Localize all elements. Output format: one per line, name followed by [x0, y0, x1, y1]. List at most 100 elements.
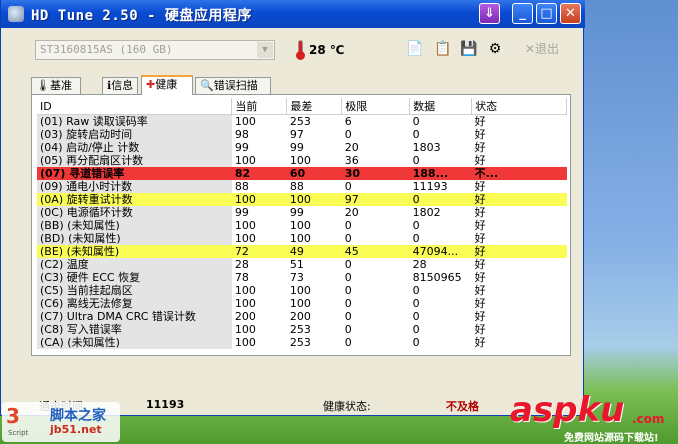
cell-status: 好 [474, 258, 486, 271]
table-row[interactable]: (BE) (未知属性) 72 49 45 47094... 好 [37, 245, 567, 258]
cell-data: 1802 [412, 206, 441, 219]
cell-id: (BD) (未知属性) [37, 232, 232, 245]
cell-status: 好 [474, 180, 486, 193]
cell-worst: 73 [289, 271, 304, 284]
cell-data: 1803 [412, 141, 441, 154]
cell-thr: 36 [344, 154, 359, 167]
tab-label: 信息 [111, 79, 134, 92]
table-row[interactable]: (C3) 硬件 ECC 恢复 78 73 0 8150965 好 [37, 271, 567, 284]
health-panel: ID 当前 最差 极限 数据 状态 (01) Raw 读取误码率 100 253 6 0… [31, 94, 571, 356]
table-row[interactable]: (C8) 写入错误率 100 253 0 0 好 [37, 323, 567, 336]
cell-cur: 100 [234, 284, 256, 297]
table-row[interactable]: (07) 寻道错误率 82 60 30 188... 不... [37, 167, 567, 180]
column-header-worst[interactable]: 最差 [286, 98, 343, 115]
exit-button[interactable]: ✕退出 [525, 40, 559, 57]
cell-worst: 100 [289, 154, 311, 167]
title-bar[interactable]: HD Tune 2.50 - 硬盘应用程序 ⇓ _ □ ✕ [1, 0, 585, 28]
maximize-button[interactable]: □ [536, 3, 557, 24]
copy-info-icon[interactable]: 📋 [433, 39, 453, 59]
cell-data: 0 [412, 323, 420, 336]
cell-worst: 100 [289, 284, 311, 297]
cell-status: 好 [474, 128, 486, 141]
copy-icon[interactable]: 📄 [405, 39, 425, 59]
table-row[interactable]: (0A) 旋转重试计数 100 100 97 0 好 [37, 193, 567, 206]
cell-worst: 99 [289, 141, 304, 154]
column-header-id[interactable]: ID [37, 98, 233, 115]
cell-status: 好 [474, 115, 486, 128]
jb51-name: 脚本之家 [50, 408, 106, 424]
cell-id: (07) 寻道错误率 [37, 167, 232, 180]
health-status-value: 不及格 [446, 400, 479, 413]
column-header-current[interactable]: 当前 [231, 98, 288, 115]
cell-worst: 253 [289, 115, 311, 128]
cell-worst: 100 [289, 219, 311, 232]
column-header-data[interactable]: 数据 [409, 98, 473, 115]
cell-worst: 99 [289, 206, 304, 219]
table-header: ID 当前 最差 极限 数据 状态 [37, 98, 567, 115]
cell-data: 0 [412, 336, 420, 349]
jb51-url: jb51.net [50, 423, 102, 436]
table-row[interactable]: (03) 旋转启动时间 98 97 0 0 好 [37, 128, 567, 141]
cell-cur: 100 [234, 232, 256, 245]
close-button[interactable]: ✕ [560, 3, 581, 24]
save-icon[interactable]: 💾 [459, 39, 479, 59]
table-row[interactable]: (04) 启动/停止 计数 99 99 20 1803 好 [37, 141, 567, 154]
cell-thr: 0 [344, 258, 352, 271]
cell-status: 好 [474, 219, 486, 232]
cell-worst: 60 [286, 167, 342, 180]
tab-info[interactable]: ℹ信息 [102, 77, 138, 94]
cell-data: 0 [412, 310, 420, 323]
cell-id: (0A) 旋转重试计数 [37, 193, 232, 206]
health-icon: ✚ [146, 78, 156, 91]
table-row[interactable]: (C2) 温度 28 51 0 28 好 [37, 258, 567, 271]
cell-id: (0C) 电源循环计数 [37, 206, 232, 219]
cell-id: (C5) 当前挂起扇区 [37, 284, 232, 297]
table-row[interactable]: (CA) (未知属性) 100 253 0 0 好 [37, 336, 567, 349]
cell-thr: 0 [344, 310, 352, 323]
column-header-threshold[interactable]: 极限 [341, 98, 411, 115]
cell-status: 好 [474, 310, 486, 323]
benchmark-icon: 🌡 [36, 79, 50, 92]
window-title: HD Tune 2.50 - 硬盘应用程序 [31, 8, 252, 24]
tab-label: 错误扫描 [213, 79, 258, 92]
table-row[interactable]: (BB) (未知属性) 100 100 0 0 好 [37, 219, 567, 232]
table-row[interactable]: (C5) 当前挂起扇区 100 100 0 0 好 [37, 284, 567, 297]
jb51-sub: Script [8, 429, 29, 437]
table-row[interactable]: (C6) 离线无法修复 100 100 0 0 好 [37, 297, 567, 310]
cell-cur: 100 [234, 115, 256, 128]
cell-data: 0 [409, 193, 472, 206]
chevron-down-icon[interactable]: ▼ [257, 42, 273, 58]
tab-benchmark[interactable]: 🌡基准 [31, 77, 81, 94]
table-row[interactable]: (C7) Ultra DMA CRC 错误计数 200 200 0 0 好 [37, 310, 567, 323]
cell-id: (C6) 离线无法修复 [37, 297, 232, 310]
cell-status: 好 [474, 154, 486, 167]
watermark-jb51: 3 Script 脚本之家 jb51.net [2, 402, 120, 442]
table-row[interactable]: (01) Raw 读取误码率 100 253 6 0 好 [37, 114, 567, 128]
app-icon [8, 6, 24, 22]
down-arrow-button[interactable]: ⇓ [479, 3, 500, 24]
cell-status: 好 [474, 271, 486, 284]
cell-worst: 100 [289, 232, 311, 245]
cell-worst: 253 [289, 323, 311, 336]
cell-thr: 0 [344, 128, 352, 141]
table-row[interactable]: (BD) (未知属性) 100 100 0 0 好 [37, 232, 567, 245]
scan-icon: 🔍 [200, 79, 214, 92]
table-row[interactable]: (05) 再分配扇区计数 100 100 36 0 好 [37, 154, 567, 167]
cell-thr: 30 [341, 167, 410, 180]
cell-status: 好 [474, 323, 486, 336]
cell-data: 47094... [409, 245, 472, 258]
tab-error-scan[interactable]: 🔍错误扫描 [195, 77, 271, 94]
drive-select[interactable]: ST3160815AS (160 GB) ▼ [35, 40, 275, 60]
options-icon[interactable]: ⚙ [485, 39, 505, 59]
cell-data: 0 [412, 284, 420, 297]
cell-worst: 49 [286, 245, 342, 258]
cell-data: 0 [412, 154, 420, 167]
cell-data: 0 [412, 219, 420, 232]
cell-thr: 20 [344, 206, 359, 219]
tab-health[interactable]: ✚健康 [141, 75, 193, 95]
table-row[interactable]: (09) 通电小时计数 88 88 0 11193 好 [37, 180, 567, 193]
minimize-button[interactable]: _ [512, 3, 533, 24]
table-row[interactable]: (0C) 电源循环计数 99 99 20 1802 好 [37, 206, 567, 219]
cell-worst: 100 [286, 193, 342, 206]
column-header-status[interactable]: 状态 [471, 98, 567, 115]
